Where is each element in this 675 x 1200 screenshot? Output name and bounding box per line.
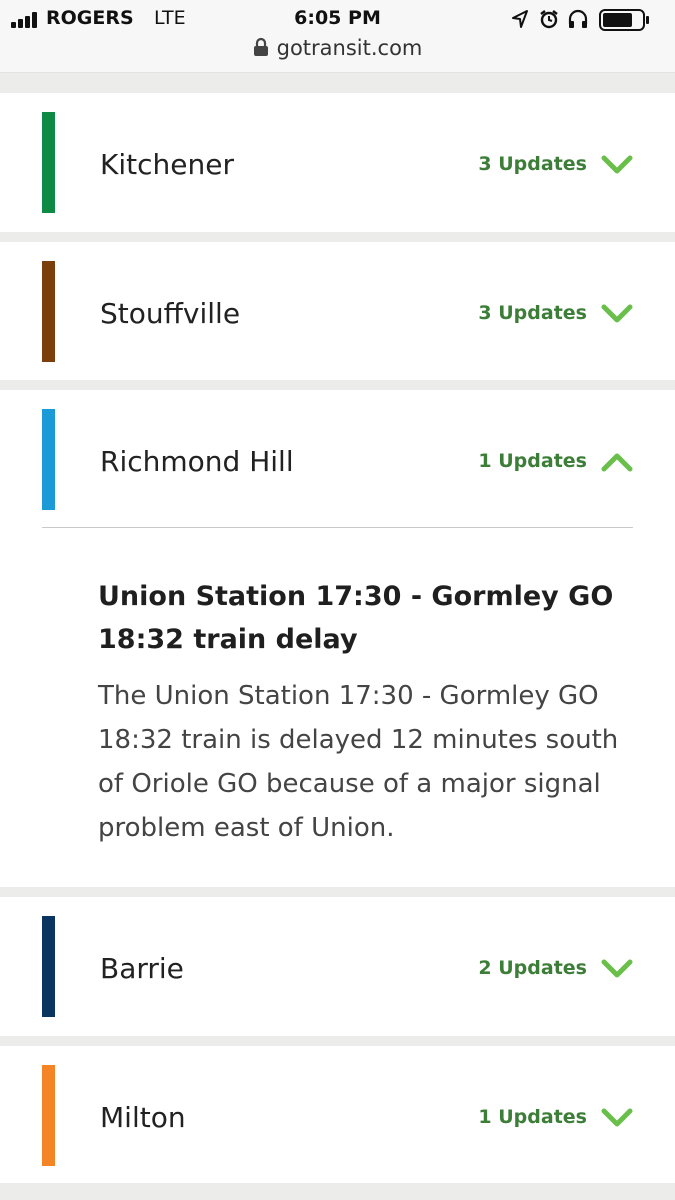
battery-icon [599,9,649,31]
chevron-down-icon[interactable] [601,155,633,175]
updates-count[interactable]: 3 Updates [478,153,587,175]
address-bar[interactable]: gotransit.com [0,36,675,64]
line-card-milton[interactable]: Milton 1 Updates [0,1046,675,1183]
line-color-stripe [42,261,55,362]
line-card-richmond-hill[interactable]: Richmond Hill 1 Updates Union Station 17… [0,390,675,887]
line-card-kitchener[interactable]: Kitchener 3 Updates [0,93,675,232]
line-color-stripe [42,409,55,510]
line-name: Stouffville [100,297,241,330]
line-name: Richmond Hill [100,445,294,478]
alarm-icon [540,10,558,29]
alert-body: The Union Station 17:30 - Gormley GO 18:… [98,681,619,843]
line-color-stripe [42,916,55,1017]
headphones-icon [568,9,588,28]
line-name: Kitchener [100,148,234,181]
line-color-stripe [42,112,55,213]
updates-count[interactable]: 1 Updates [478,450,587,472]
chevron-down-icon[interactable] [601,1108,633,1128]
divider [42,527,633,528]
updates-count[interactable]: 2 Updates [478,957,587,979]
line-name: Milton [100,1101,186,1134]
chevron-down-icon[interactable] [601,304,633,324]
updates-count[interactable]: 1 Updates [478,1106,587,1128]
line-color-stripe [42,1065,55,1166]
status-bar: ROGERS LTE 6:05 PM [0,4,675,34]
lock-icon [253,37,268,56]
chevron-up-icon[interactable] [601,452,633,472]
url-text: gotransit.com [276,36,423,60]
line-card-barrie[interactable]: Barrie 2 Updates [0,897,675,1036]
line-name: Barrie [100,952,184,985]
alert-title: Union Station 17:30 - Gormley GO 18:32 t… [98,581,614,655]
line-card-stouffville[interactable]: Stouffville 3 Updates [0,242,675,380]
browser-top-bar: ROGERS LTE 6:05 PM gotransit.com [0,0,675,73]
status-icons [511,7,661,33]
updates-count[interactable]: 3 Updates [478,302,587,324]
chevron-down-icon[interactable] [601,959,633,979]
location-arrow-icon [512,10,528,28]
